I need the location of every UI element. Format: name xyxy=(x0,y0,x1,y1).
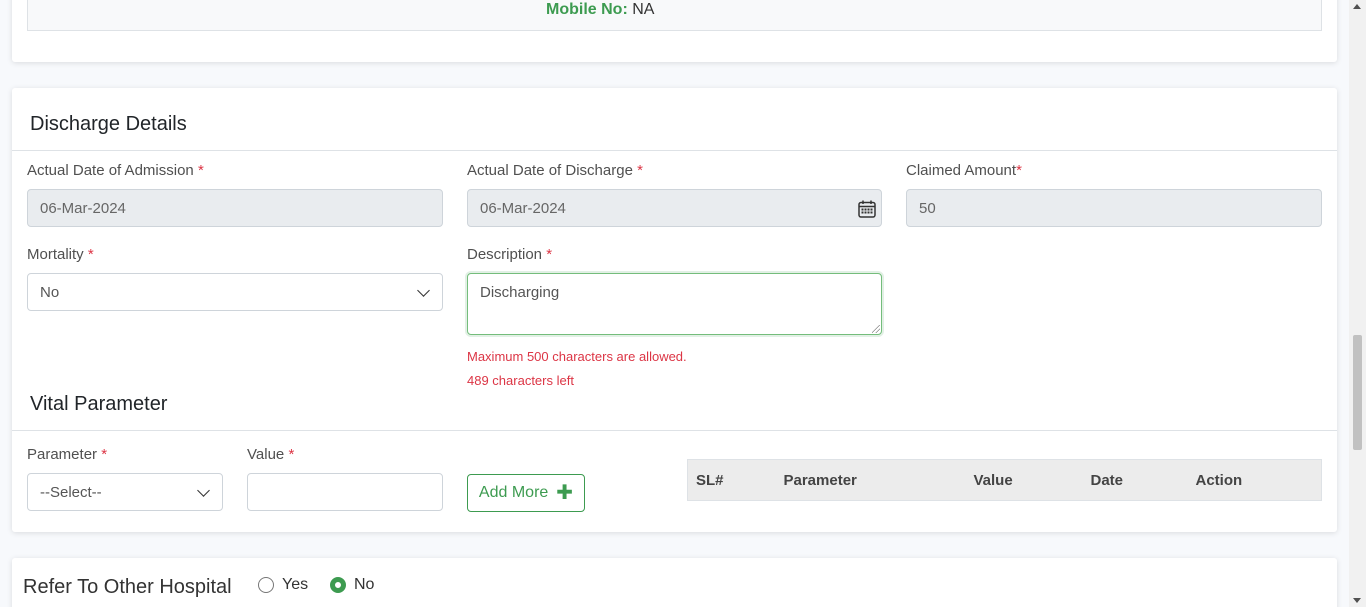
value-label: Value * xyxy=(247,446,295,463)
mobile-value: NA xyxy=(632,1,655,18)
admission-date-value: 06-Mar-2024 xyxy=(40,199,126,217)
claimed-amount-field: 50 xyxy=(906,189,1322,227)
add-more-button[interactable]: Add More ✚ xyxy=(467,474,585,512)
description-textarea[interactable] xyxy=(467,273,882,335)
refer-hospital-title: Refer To Other Hospital xyxy=(23,576,232,598)
refer-yes-radio[interactable]: Yes xyxy=(258,576,308,594)
admission-date-field: 06-Mar-2024 xyxy=(27,189,443,227)
column-header-value: Value xyxy=(973,471,1013,489)
chevron-down-icon xyxy=(417,284,430,297)
refer-no-radio[interactable]: No xyxy=(330,576,374,594)
section-divider xyxy=(12,150,1337,151)
mobile-label: Mobile No: xyxy=(546,1,628,18)
refer-hospital-card: Refer To Other Hospital Yes No xyxy=(12,558,1337,607)
column-header-action: Action xyxy=(1195,471,1243,489)
vertical-scrollbar[interactable] xyxy=(1349,0,1366,607)
section-divider xyxy=(12,430,1337,431)
mortality-selected-value: No xyxy=(40,283,60,301)
column-header-date: Date xyxy=(1090,471,1124,489)
scroll-down-icon[interactable] xyxy=(1353,598,1361,603)
admission-date-label: Actual Date of Admission * xyxy=(27,162,204,179)
discharge-date-value: 06-Mar-2024 xyxy=(480,199,566,217)
column-header-parameter: Parameter xyxy=(783,471,857,489)
mortality-label: Mortality * xyxy=(27,246,94,263)
claimed-amount-value: 50 xyxy=(919,199,936,217)
vital-parameter-table: SL# Parameter Value Date Action xyxy=(687,459,1322,501)
patient-info-card: Mobile No: NA xyxy=(12,0,1337,62)
chars-left-note: 489 characters left xyxy=(467,373,574,388)
plus-icon: ✚ xyxy=(556,482,574,504)
mortality-select[interactable]: No xyxy=(27,273,443,311)
radio-unchecked-icon[interactable] xyxy=(258,577,274,593)
value-input[interactable] xyxy=(247,473,443,511)
claimed-amount-label: Claimed Amount* xyxy=(906,162,1022,179)
calendar-icon[interactable] xyxy=(857,199,877,219)
discharge-details-card: Discharge Details Actual Date of Admissi… xyxy=(12,88,1337,532)
parameter-select[interactable]: --Select-- xyxy=(27,473,223,511)
discharge-date-label: Actual Date of Discharge * xyxy=(467,162,643,179)
patient-info-panel: Mobile No: NA xyxy=(27,0,1322,31)
parameter-selected-value: --Select-- xyxy=(40,483,102,501)
max-chars-note: Maximum 500 characters are allowed. xyxy=(467,349,687,364)
mobile-number-line: Mobile No: NA xyxy=(546,1,654,19)
table-header-row: SL# Parameter Value Date Action xyxy=(688,460,1322,501)
refer-no-label: No xyxy=(354,576,375,593)
parameter-label: Parameter * xyxy=(27,446,108,463)
chevron-down-icon xyxy=(197,484,210,497)
scroll-up-icon[interactable] xyxy=(1353,4,1361,9)
scrollbar-thumb[interactable] xyxy=(1353,335,1362,450)
add-more-label: Add More xyxy=(478,484,549,501)
discharge-date-field[interactable]: 06-Mar-2024 xyxy=(467,189,882,227)
description-label: Description * xyxy=(467,246,553,263)
discharge-details-title: Discharge Details xyxy=(30,113,187,135)
refer-yes-label: Yes xyxy=(282,576,309,593)
column-header-sl: SL# xyxy=(696,471,724,489)
radio-checked-icon[interactable] xyxy=(330,577,346,593)
vital-parameter-title: Vital Parameter xyxy=(30,393,168,415)
resize-handle[interactable] xyxy=(872,325,880,333)
